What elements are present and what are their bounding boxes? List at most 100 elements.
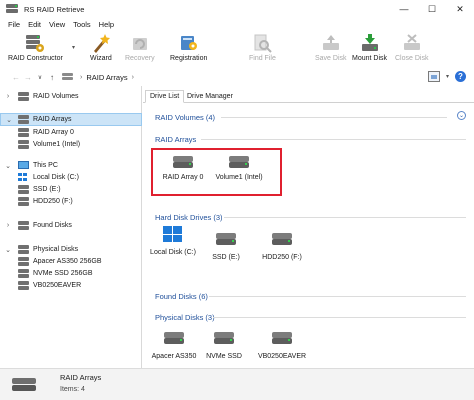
disk-icon (18, 257, 29, 266)
grid-item-hdd250-f[interactable]: HDD250 (F:) (261, 233, 303, 261)
tree-item-raid-volumes[interactable]: › RAID Volumes (0, 90, 142, 103)
help-icon[interactable]: ? (455, 71, 466, 82)
wizard-label: Wizard (90, 55, 112, 62)
tree-item-raid-arrays[interactable]: ⌄ RAID Arrays (0, 113, 142, 126)
save-disk-label: Save Disk (315, 55, 347, 62)
section-hard-disk-drives[interactable]: Hard Disk Drives (3) (155, 213, 223, 222)
mount-disk-button[interactable]: Mount Disk (352, 33, 387, 62)
close-disk-button[interactable]: Close Disk (395, 33, 428, 62)
save-disk-button[interactable]: Save Disk (315, 33, 347, 62)
tab-drive-manager[interactable]: Drive Manager (183, 90, 237, 103)
tree-label: RAID Array 0 (33, 129, 74, 136)
grid-item-vb0250[interactable]: VB0250EAVER (258, 332, 306, 360)
close-disk-label: Close Disk (395, 55, 429, 62)
recovery-icon (130, 33, 150, 53)
tree-label: This PC (33, 162, 58, 169)
menu-edit[interactable]: Edit (24, 20, 45, 29)
disk-icon (18, 140, 29, 149)
menu-help[interactable]: Help (95, 20, 118, 29)
address-bar[interactable]: › RAID Arrays › (62, 70, 138, 84)
status-title: RAID Arrays (60, 373, 102, 382)
tree-label: SSD (E:) (33, 186, 61, 193)
tree-label: RAID Volumes (33, 93, 79, 100)
maximize-button[interactable]: ☐ (418, 0, 446, 18)
raid-constructor-dropdown-icon[interactable]: ▾ (72, 44, 75, 51)
tree-label: Apacer AS350 256GB (33, 258, 102, 265)
tree-item-vb0250[interactable]: VB0250EAVER (0, 279, 142, 292)
disk-icon (18, 92, 29, 101)
tree-item-hdd250-f[interactable]: HDD250 (F:) (0, 195, 142, 208)
computer-icon (18, 161, 29, 169)
tree-item-volume1[interactable]: Volume1 (Intel) (0, 138, 142, 151)
key-icon (179, 33, 199, 53)
expand-caret-icon[interactable]: › (4, 93, 12, 100)
registration-button[interactable]: Registration (170, 33, 207, 62)
item-label: VB0250EAVER (257, 353, 307, 360)
menu-bar: File Edit View Tools Help (0, 18, 474, 31)
recovery-label: Recovery (125, 55, 155, 62)
tree-label: Local Disk (C:) (33, 174, 79, 181)
tree-label: Physical Disks (33, 246, 79, 253)
section-raid-arrays[interactable]: RAID Arrays (155, 135, 196, 144)
collapse-all-icon[interactable]: ⌄ (457, 111, 466, 120)
find-file-label: Find File (249, 55, 276, 62)
title-bar: RS RAID Retrieve — ☐ ✕ (0, 0, 474, 18)
menu-file[interactable]: File (4, 20, 24, 29)
forward-button[interactable]: → (22, 73, 34, 82)
tree-label: Found Disks (33, 222, 72, 229)
windows-drive-icon (18, 173, 29, 182)
recovery-button[interactable]: Recovery (125, 33, 155, 62)
disk-icon (18, 115, 29, 124)
disk-icon (12, 378, 36, 392)
tab-drive-list[interactable]: Drive List (145, 90, 185, 103)
wizard-icon (91, 33, 111, 53)
disk-icon (18, 269, 29, 278)
view-mode-icon[interactable] (427, 71, 440, 82)
mount-disk-icon (360, 33, 380, 53)
item-label: SSD (E:) (212, 254, 240, 261)
tree-item-found-disks[interactable]: › Found Disks (0, 219, 142, 232)
section-raid-volumes[interactable]: RAID Volumes (4) (155, 113, 215, 122)
disk-icon (272, 233, 292, 245)
grid-item-nvme[interactable]: NVMe SSD (202, 332, 246, 360)
disk-icon (18, 245, 29, 254)
section-found-disks[interactable]: Found Disks (6) (155, 292, 208, 301)
registration-label: Registration (170, 55, 208, 62)
up-button[interactable]: ↑ (46, 73, 58, 82)
disk-icon (272, 332, 292, 344)
raid-constructor-icon (25, 33, 45, 53)
wizard-button[interactable]: Wizard (90, 33, 112, 62)
item-label: HDD250 (F:) (262, 254, 302, 261)
find-file-button[interactable]: Find File (249, 33, 276, 62)
history-dropdown[interactable]: ∨ (34, 74, 46, 81)
disk-icon (18, 185, 29, 194)
tree-label: RAID Arrays (33, 116, 72, 123)
breadcrumb[interactable]: RAID Arrays (86, 73, 127, 82)
raid-constructor-button[interactable]: RAID Constructor (8, 33, 63, 62)
view-dropdown-icon[interactable]: ▾ (446, 73, 449, 80)
close-button[interactable]: ✕ (446, 0, 474, 18)
section-divider (224, 217, 466, 218)
status-bar: RAID Arrays Items: 4 (0, 368, 474, 400)
grid-item-local-disk-c[interactable]: Local Disk (C:) (149, 226, 197, 256)
collapse-caret-icon[interactable]: ⌄ (4, 162, 12, 170)
tree-label: Volume1 (Intel) (33, 141, 81, 148)
section-divider (209, 296, 466, 297)
main-pane: Drive List Drive Manager RAID Volumes (4… (143, 86, 474, 368)
app-icon (6, 4, 18, 14)
back-button[interactable]: ← (10, 73, 22, 82)
section-divider (213, 317, 466, 318)
disk-icon (216, 233, 236, 245)
menu-view[interactable]: View (45, 20, 69, 29)
collapse-caret-icon[interactable]: ⌄ (5, 116, 13, 124)
collapse-caret-icon[interactable]: ⌄ (4, 246, 12, 254)
minimize-button[interactable]: — (390, 0, 418, 18)
section-physical-disks[interactable]: Physical Disks (3) (155, 313, 215, 322)
windows-drive-icon (163, 226, 183, 242)
grid-item-ssd-e[interactable]: SSD (E:) (211, 233, 241, 261)
find-file-icon (252, 33, 273, 53)
expand-caret-icon[interactable]: › (4, 222, 12, 229)
menu-tools[interactable]: Tools (69, 20, 95, 29)
disk-icon (214, 332, 234, 344)
grid-item-apacer[interactable]: Apacer AS350 (151, 332, 197, 360)
